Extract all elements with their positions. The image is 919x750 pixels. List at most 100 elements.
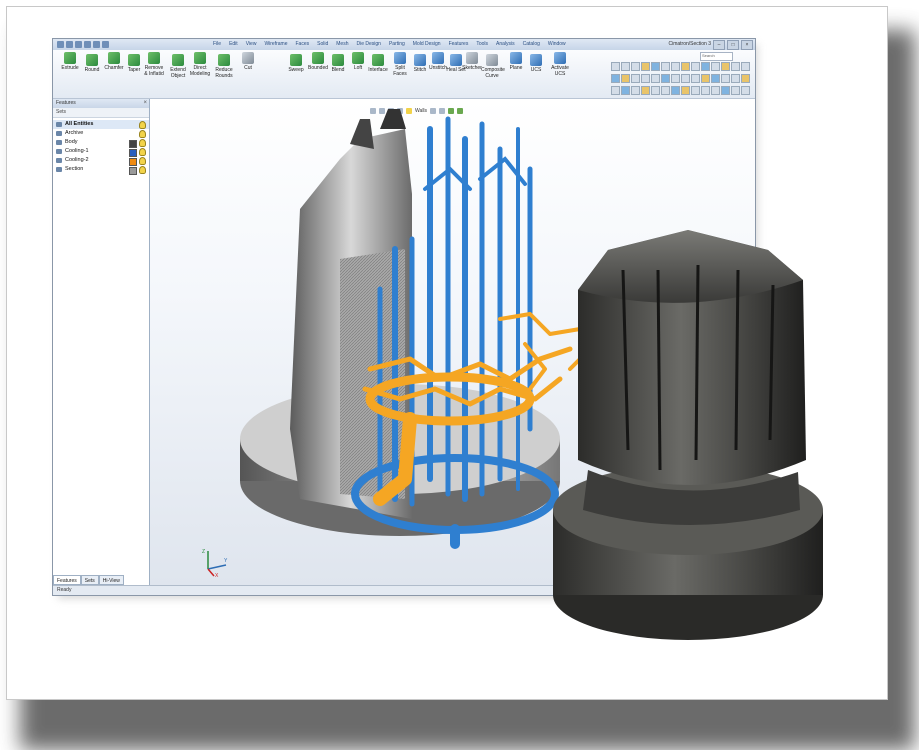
- menu-item[interactable]: View: [246, 41, 257, 47]
- view-tool-icon[interactable]: [721, 62, 730, 71]
- panel-tab[interactable]: Hi-View: [98, 575, 124, 585]
- ribbon-button[interactable]: Reduce Rounds: [213, 54, 235, 79]
- view-tool-icon[interactable]: [681, 86, 690, 95]
- menu-item[interactable]: Analysis: [496, 41, 515, 47]
- view-tool-icon[interactable]: [691, 74, 700, 83]
- ribbon-button[interactable]: Chamfer: [103, 52, 125, 71]
- view-tool-icon[interactable]: [741, 86, 750, 95]
- set-tree-item[interactable]: Archive: [53, 129, 149, 138]
- open-file-icon[interactable]: [75, 41, 82, 48]
- ribbon-button[interactable]: Bounded: [307, 52, 329, 71]
- view-tool-icon[interactable]: [711, 62, 720, 71]
- view-tool-icon[interactable]: [651, 86, 660, 95]
- ribbon-button[interactable]: UCS: [525, 54, 547, 73]
- menu-item[interactable]: Mold Design: [413, 41, 441, 47]
- panel-tab[interactable]: Sets: [80, 575, 99, 585]
- view-tool-icon[interactable]: [701, 74, 710, 83]
- view-tool-icon[interactable]: [701, 86, 710, 95]
- view-tool-icon[interactable]: [651, 62, 660, 71]
- set-tree-item[interactable]: Body: [53, 138, 149, 148]
- view-tool-icon[interactable]: [631, 86, 640, 95]
- menu-item[interactable]: Window: [548, 41, 566, 47]
- ribbon-button[interactable]: Activate UCS: [549, 52, 571, 77]
- set-tree-item[interactable]: Cooling-1: [53, 147, 149, 157]
- ribbon-button[interactable]: Plane: [505, 52, 527, 71]
- ribbon-button[interactable]: Sweep: [285, 54, 307, 73]
- ribbon-button[interactable]: Taper: [123, 54, 145, 73]
- view-tool-icon[interactable]: [711, 86, 720, 95]
- menu-item[interactable]: Tools: [476, 41, 488, 47]
- view-tool-icon[interactable]: [711, 74, 720, 83]
- ribbon-button[interactable]: Cut: [237, 52, 259, 71]
- view-tool-icon[interactable]: [641, 62, 650, 71]
- undo-icon[interactable]: [93, 41, 100, 48]
- color-swatch[interactable]: [129, 167, 137, 175]
- view-tool-icon[interactable]: [661, 62, 670, 71]
- menu-item[interactable]: Parting: [389, 41, 405, 47]
- menu-item[interactable]: Edit: [229, 41, 238, 47]
- view-tool-icon[interactable]: [661, 74, 670, 83]
- menu-item[interactable]: Die Design: [356, 41, 380, 47]
- ribbon-button[interactable]: Interface: [367, 54, 389, 73]
- view-tool-icon[interactable]: [651, 74, 660, 83]
- view-tool-icon[interactable]: [721, 74, 730, 83]
- view-tool-icon[interactable]: [731, 86, 740, 95]
- menu-item[interactable]: Features: [449, 41, 469, 47]
- panel-close-icon[interactable]: ×: [143, 100, 147, 107]
- ribbon-button[interactable]: Direct Modeling: [189, 52, 211, 77]
- view-tool-icon[interactable]: [741, 62, 750, 71]
- view-tool-icon[interactable]: [611, 74, 620, 83]
- panel-tab[interactable]: Features: [53, 575, 81, 585]
- visibility-bulb-icon[interactable]: [139, 148, 146, 156]
- view-tool-icon[interactable]: [621, 86, 630, 95]
- view-tool-icon[interactable]: [611, 86, 620, 95]
- view-tool-icon[interactable]: [731, 62, 740, 71]
- view-tool-icon[interactable]: [721, 86, 730, 95]
- search-input[interactable]: Search: [700, 52, 733, 61]
- view-tool-icon[interactable]: [641, 74, 650, 83]
- ribbon-button[interactable]: Remove & Inflatid: [143, 52, 165, 77]
- close-icon[interactable]: ×: [741, 40, 753, 50]
- maximize-icon[interactable]: □: [727, 40, 739, 50]
- view-tool-icon[interactable]: [661, 86, 670, 95]
- visibility-bulb-icon[interactable]: [139, 130, 146, 138]
- visibility-bulb-icon[interactable]: [139, 166, 146, 174]
- redo-icon[interactable]: [102, 41, 109, 48]
- minimize-icon[interactable]: –: [713, 40, 725, 50]
- ribbon-button[interactable]: Composite Curve: [481, 54, 505, 79]
- ribbon-button[interactable]: Extend Object: [167, 54, 189, 79]
- view-tool-icon[interactable]: [681, 74, 690, 83]
- save-icon[interactable]: [84, 41, 91, 48]
- view-tool-icon[interactable]: [691, 86, 700, 95]
- view-tool-icon[interactable]: [611, 62, 620, 71]
- ribbon-button[interactable]: Loft: [347, 52, 369, 71]
- view-tool-icon[interactable]: [701, 62, 710, 71]
- view-tool-icon[interactable]: [731, 74, 740, 83]
- view-tool-icon[interactable]: [671, 62, 680, 71]
- view-tool-icon[interactable]: [621, 62, 630, 71]
- set-tree-item[interactable]: Cooling-2: [53, 156, 149, 166]
- view-tool-icon[interactable]: [741, 74, 750, 83]
- ribbon-button[interactable]: Round: [81, 54, 103, 73]
- view-tool-icon[interactable]: [621, 74, 630, 83]
- set-tree-item[interactable]: Section: [53, 165, 149, 175]
- view-tool-icon[interactable]: [641, 86, 650, 95]
- view-tool-icon[interactable]: [681, 62, 690, 71]
- view-tool-icon[interactable]: [691, 62, 700, 71]
- view-tool-icon[interactable]: [671, 86, 680, 95]
- ribbon-button[interactable]: Sketcher: [461, 52, 483, 71]
- menu-item[interactable]: Solid: [317, 41, 328, 47]
- visibility-bulb-icon[interactable]: [139, 139, 146, 147]
- view-tool-icon[interactable]: [631, 62, 640, 71]
- menu-item[interactable]: Catalog: [523, 41, 540, 47]
- view-tool-icon[interactable]: [671, 74, 680, 83]
- set-tree-item[interactable]: All Entities: [53, 120, 149, 129]
- menu-item[interactable]: Mesh: [336, 41, 348, 47]
- menu-item[interactable]: File: [213, 41, 221, 47]
- visibility-bulb-icon[interactable]: [139, 121, 146, 129]
- ribbon-button[interactable]: Split Faces: [389, 52, 411, 77]
- menu-item[interactable]: Faces: [296, 41, 310, 47]
- new-file-icon[interactable]: [66, 41, 73, 48]
- view-tool-icon[interactable]: [631, 74, 640, 83]
- ribbon-button[interactable]: Extrude: [59, 52, 81, 71]
